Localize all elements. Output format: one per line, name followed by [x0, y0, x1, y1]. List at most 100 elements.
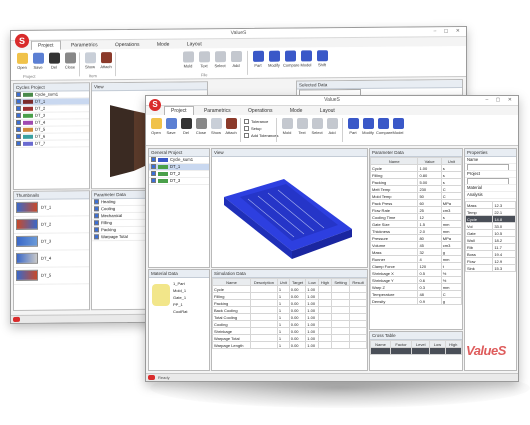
column-header[interactable]: Factor [390, 340, 413, 348]
table-row[interactable]: Temperature 48 C [370, 290, 462, 298]
tree-item[interactable]: DT_3 [149, 178, 209, 185]
material-item[interactable]: CoolRat [173, 308, 187, 315]
app-logo-icon[interactable]: S [149, 99, 161, 111]
back-attach-button[interactable]: Attach [99, 52, 113, 69]
list-item[interactable]: Temp 22.1 [465, 208, 516, 216]
back-shift-button[interactable]: Shift [315, 50, 329, 67]
table-row[interactable]: Shrinkage Y 0.6% [370, 276, 462, 284]
thumb-item[interactable]: DT_4 [14, 250, 89, 268]
list-item[interactable]: Vol 33.0 [465, 222, 516, 230]
front-mold-button[interactable]: Mold [280, 118, 294, 135]
table-row[interactable]: Shrinkage 1 0.00 1.00 [212, 327, 367, 335]
column-header[interactable]: Low [305, 278, 319, 286]
table-row[interactable]: Packing 5.00 s [370, 178, 462, 186]
front-add-button[interactable]: Add [325, 118, 339, 135]
back-delete-button[interactable]: Del [47, 52, 61, 70]
list-item[interactable]: Flow 12.9 [465, 257, 516, 265]
front-model-button[interactable]: Model [391, 118, 405, 135]
tree-item[interactable]: DT_7 [14, 140, 89, 148]
option-add-tolerances[interactable]: Add Tolerances [244, 132, 279, 139]
prop-field[interactable] [467, 178, 509, 184]
material-item[interactable]: Gate_1 [173, 294, 187, 301]
thumb-item[interactable]: DT_5 [14, 267, 89, 285]
column-header[interactable]: Value [417, 157, 442, 165]
column-header[interactable]: Description [249, 278, 278, 286]
front-save-button[interactable]: Save [164, 118, 178, 135]
table-row[interactable]: Back Cooling 1 0.00 1.00 [212, 306, 367, 314]
front-window-controls[interactable]: – ▢ ✕ [486, 97, 515, 103]
table-row[interactable]: Mold Temp 50 C [370, 192, 462, 200]
table-row[interactable]: Runner 4 mm [370, 255, 462, 263]
table-row[interactable]: Filling 0.80 s [370, 171, 462, 179]
list-item[interactable]: Gate 10.5 [465, 229, 516, 237]
table-row[interactable]: Warpage Length 1 0.00 1.00 [212, 341, 367, 349]
list-item[interactable]: Wall 18.2 [465, 236, 516, 244]
table-row[interactable]: Shrinkage X 0.5% [370, 269, 462, 277]
front-close-button[interactable]: Close [194, 118, 208, 135]
table-row[interactable]: Cycle 1.00 s [370, 164, 462, 172]
front-delete-button[interactable]: Del [179, 118, 193, 135]
back-close-button[interactable]: Close [63, 52, 77, 70]
table-row[interactable]: Filling 1 0.00 1.00 [212, 292, 367, 300]
column-header[interactable]: Low [429, 340, 446, 348]
tree-item[interactable]: Cycle_sum1 [149, 157, 209, 164]
table-row[interactable]: Packing 1 0.00 1.00 [212, 299, 367, 307]
table-row[interactable]: Gate Size 1.5 mm [370, 220, 462, 228]
table-row[interactable]: Cooling Time 12 s [370, 213, 462, 221]
prop-field[interactable] [467, 164, 509, 170]
front-attach-button[interactable]: Attach [224, 118, 238, 135]
table-row[interactable]: Cycle 1 0.00 1.00 [212, 285, 367, 293]
thumb-item[interactable]: DT_1 [14, 199, 89, 217]
front-select-button[interactable]: Select [310, 118, 324, 135]
table-row[interactable]: Thickness 2.0 mm [370, 227, 462, 235]
back-modify-button[interactable]: Modify [267, 50, 281, 68]
front-part-button[interactable]: Part [346, 118, 360, 135]
table-row[interactable]: Cooling 1 0.00 1.00 [212, 320, 367, 328]
front-modify-button[interactable]: Modify [361, 118, 375, 135]
back-mold-button[interactable]: Mold [181, 51, 195, 68]
back-open-button[interactable]: Open [15, 52, 29, 70]
option-tolerance[interactable]: Tolerance [244, 118, 279, 125]
material-item[interactable]: Mold_1 [173, 287, 187, 294]
back-text-button[interactable]: Text [197, 51, 211, 68]
option-setup[interactable]: Setup [244, 125, 279, 132]
tree-item[interactable]: DT_1 [149, 164, 209, 171]
column-header[interactable]: High [317, 278, 333, 286]
column-header[interactable]: Level [411, 340, 431, 348]
back-compare-button[interactable]: Compare [283, 50, 299, 68]
table-row[interactable]: Flow Rate 25 cm3 [370, 206, 462, 214]
table-row[interactable]: Pack Press 60 MPa [370, 199, 462, 207]
column-header[interactable]: Name [212, 278, 251, 286]
column-header[interactable]: Result [349, 278, 367, 286]
table-row[interactable]: Clamp Force 120 t [370, 262, 462, 270]
column-header[interactable]: Name [370, 340, 392, 348]
column-header[interactable]: Unit [276, 278, 290, 286]
back-show-button[interactable]: Show [83, 52, 97, 69]
thumb-item[interactable]: DT_3 [14, 233, 89, 251]
column-header[interactable]: Name [370, 157, 419, 165]
table-row[interactable]: Warp Z 0.3 mm [370, 283, 462, 291]
list-item[interactable]: Boss 19.4 [465, 250, 516, 258]
material-item[interactable]: PP_1 [173, 301, 187, 308]
column-header[interactable]: High [444, 340, 462, 348]
back-model-button[interactable]: Model [299, 50, 313, 67]
column-header[interactable]: Target [288, 278, 307, 286]
table-row[interactable]: Warpage Total 1 0.00 1.00 [212, 334, 367, 342]
front-text-button[interactable]: Text [295, 118, 309, 135]
table-row[interactable]: Pressure 80 MPa [370, 234, 462, 242]
column-header[interactable]: Setting [331, 278, 351, 286]
tree-item[interactable]: DT_2 [149, 171, 209, 178]
column-header[interactable]: Unit [440, 157, 462, 165]
back-window-controls[interactable]: – ▢ ✕ [434, 28, 463, 34]
table-row[interactable]: Melt Temp 230 C [370, 185, 462, 193]
front-compare-button[interactable]: Compare [376, 118, 392, 135]
front-3d-view[interactable] [212, 157, 367, 267]
list-item[interactable]: Mass 12.3 [465, 201, 516, 209]
front-show-button[interactable]: Show [209, 118, 223, 135]
back-select-button[interactable]: Select [213, 51, 227, 68]
list-item[interactable]: Cycle 14.8 [465, 215, 516, 223]
back-part-button[interactable]: Part [251, 50, 265, 68]
thumb-item[interactable]: DT_2 [14, 216, 89, 234]
app-logo-icon[interactable]: S [15, 33, 29, 48]
list-item[interactable]: Sink 15.3 [465, 264, 516, 272]
